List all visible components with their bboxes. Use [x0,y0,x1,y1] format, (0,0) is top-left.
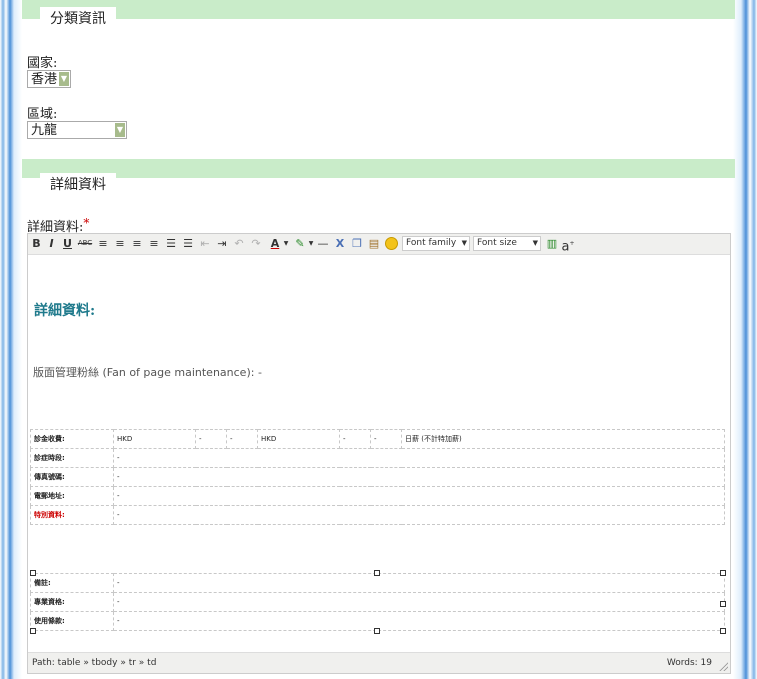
table-cell[interactable]: - [113,505,725,525]
table-cell[interactable]: - [195,429,227,449]
region-select-value: 九龍 [31,123,58,138]
copy-icon[interactable]: ❐ [350,236,364,251]
table-cell[interactable]: 備註: [30,573,114,593]
table-cell[interactable]: - [226,429,258,449]
chevron-down-icon: ▼ [59,72,69,86]
required-mark: * [83,216,90,230]
table-cell[interactable]: 專業資格: [30,592,114,612]
table-cell[interactable]: - [113,448,725,468]
font-size-value: Font size [477,238,517,248]
table-icon[interactable]: ▥ [546,236,558,251]
font-color-button[interactable]: A [268,236,282,251]
country-label: 國家: [27,56,58,71]
left-frame-border [0,0,22,679]
italic-button[interactable]: I [46,236,57,251]
undo-icon[interactable]: ↶ [232,236,246,251]
rich-text-editor[interactable]: B I U ABC ≡ ≡ ≡ ≡ ☰ ☰ ⇤ ⇥ ↶ ↷ A ▼ ✎ ▼ — … [27,233,731,674]
resize-handle[interactable] [720,570,726,576]
underline-button[interactable]: U [62,236,73,251]
table-cell[interactable]: - [113,486,725,506]
paste-icon[interactable]: ▤ [367,236,381,251]
cut-button[interactable]: X [333,236,347,251]
font-family-value: Font family [406,238,457,248]
font-size-select[interactable]: Font size ▼ [473,236,541,251]
right-frame-border [733,0,757,679]
resize-handle[interactable] [720,601,726,607]
info-table[interactable]: 診金收費: HKD - - HKD - - 日薪 (不計特加薪) 診症時段: -… [30,429,725,525]
table-cell[interactable]: 特別資料: [30,505,114,525]
align-justify-icon[interactable]: ≡ [147,236,161,251]
table-cell[interactable]: - [370,429,402,449]
table-row[interactable]: 診症時段: - [30,448,725,468]
strikethrough-button[interactable]: ABC [77,236,93,251]
redo-icon[interactable]: ↷ [249,236,263,251]
content-heading[interactable]: 詳細資料: [34,300,95,320]
resize-handle[interactable] [30,570,36,576]
table-cell[interactable]: 診金收費: [30,429,114,449]
numbered-list-icon[interactable]: ☰ [181,236,195,251]
horizontal-rule-button[interactable]: — [316,236,330,251]
chevron-down-icon: ▼ [115,123,125,137]
details-section-band [22,159,735,178]
content-paragraph[interactable]: 版面管理粉絲 (Fan of page maintenance): - [33,364,262,380]
table-cell[interactable]: 使用條款: [30,611,114,631]
emoticon-icon[interactable] [384,236,398,251]
table-row[interactable]: 診金收費: HKD - - HKD - - 日薪 (不計特加薪) [30,429,725,449]
change-case-button[interactable]: a+ [561,236,575,254]
font-color-dropdown-icon[interactable]: ▼ [283,236,289,251]
chevron-down-icon: ▼ [532,239,538,247]
region-select[interactable]: 九龍 ▼ [27,121,127,139]
table-cell[interactable]: - [113,573,725,593]
table-row[interactable]: 電郵地址: - [30,486,725,506]
bold-button[interactable]: B [31,236,42,251]
notes-table[interactable]: 備註: - 專業資格: - 使用條款: - [30,573,725,631]
highlight-color-icon[interactable]: ✎ [293,236,307,251]
chevron-down-icon: ▼ [461,239,467,247]
table-cell[interactable]: 日薪 (不計特加薪) [401,429,725,449]
details-section-title: 詳細資料 [40,173,116,197]
table-cell[interactable]: 電郵地址: [30,486,114,506]
element-path[interactable]: Path: table » tbody » tr » td [32,653,156,673]
resize-grip-icon[interactable] [718,661,728,671]
table-cell[interactable]: - [113,467,725,487]
table-cell[interactable]: - [339,429,371,449]
table-cell[interactable]: - [113,611,725,631]
align-center-icon[interactable]: ≡ [113,236,127,251]
align-left-icon[interactable]: ≡ [96,236,110,251]
table-row[interactable]: 專業資格: - [30,592,725,612]
table-row[interactable]: 備註: - [30,573,725,593]
indent-icon[interactable]: ⇥ [215,236,229,251]
table-cell[interactable]: 傳真號碼: [30,467,114,487]
category-section-band [22,0,735,19]
table-cell[interactable]: 診症時段: [30,448,114,468]
table-cell[interactable]: HKD [257,429,340,449]
table-cell[interactable]: HKD [113,429,196,449]
font-family-select[interactable]: Font family ▼ [402,236,470,251]
align-right-icon[interactable]: ≡ [130,236,144,251]
resize-handle[interactable] [374,570,380,576]
table-cell[interactable]: - [113,592,725,612]
outdent-icon[interactable]: ⇤ [198,236,212,251]
region-label: 區域: [27,107,58,122]
table-row[interactable]: 傳真號碼: - [30,467,725,487]
resize-handle[interactable] [374,628,380,634]
resize-handle[interactable] [30,628,36,634]
editor-statusbar: Path: table » tbody » tr » td Words: 19 [28,652,730,673]
word-count: Words: 19 [666,658,712,668]
table-row[interactable]: 特別資料: - [30,505,725,525]
category-section-title: 分類資訊 [40,7,116,31]
highlight-dropdown-icon[interactable]: ▼ [308,236,314,251]
resize-handle[interactable] [720,628,726,634]
editor-toolbar: B I U ABC ≡ ≡ ≡ ≡ ☰ ☰ ⇤ ⇥ ↶ ↷ A ▼ ✎ ▼ — … [28,234,730,255]
bullet-list-icon[interactable]: ☰ [164,236,178,251]
country-select-value: 香港 [31,72,58,87]
country-select[interactable]: 香港 ▼ [27,70,71,88]
